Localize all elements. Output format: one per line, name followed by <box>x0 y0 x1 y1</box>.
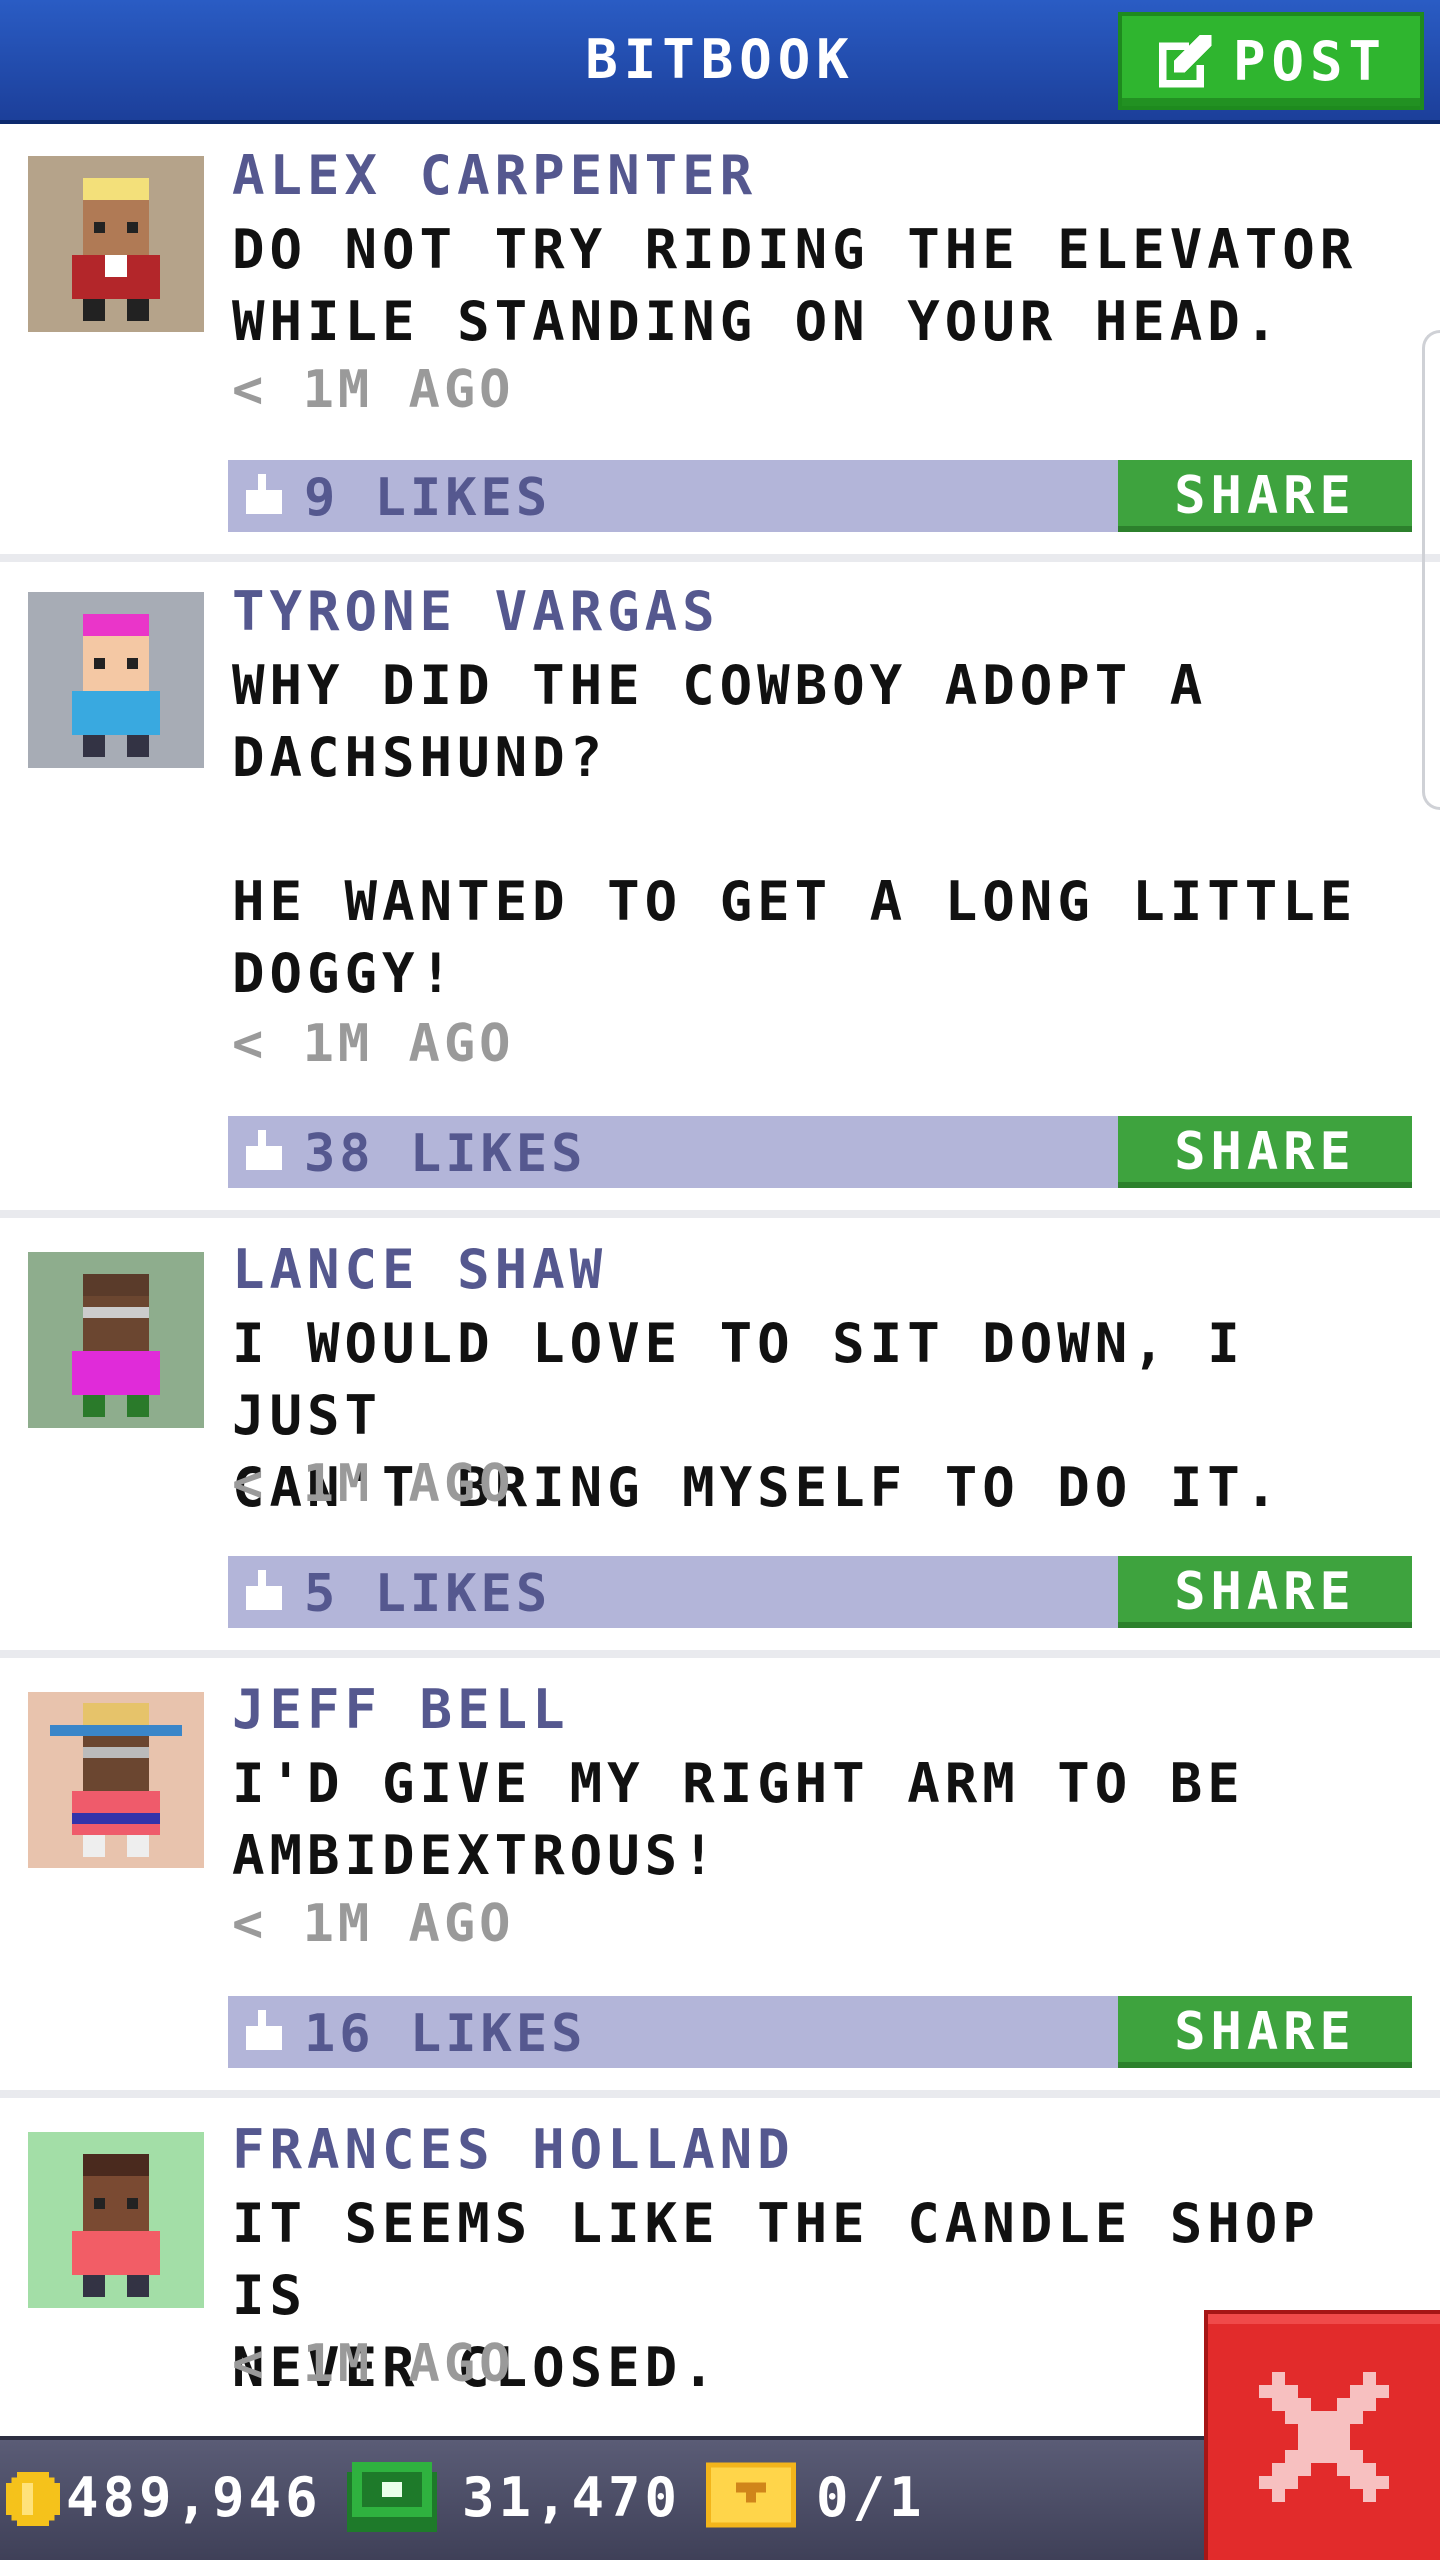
feed-post: TYRONE VARGAS WHY DID THE COWBOY ADOPT A… <box>0 562 1440 1212</box>
close-icon <box>1259 2372 1389 2502</box>
thumbs-up-icon <box>246 2010 282 2050</box>
likes-count: 38 LIKES <box>304 1124 587 1184</box>
post-message: I'D GIVE MY RIGHT ARM TO BE AMBIDEXTROUS… <box>232 1752 1245 1887</box>
post-message: DO NOT TRY RIDING THE ELEVATOR WHILE STA… <box>232 218 1358 353</box>
share-button[interactable]: SHARE <box>1118 1116 1412 1188</box>
thumbs-up-icon <box>246 474 282 514</box>
post-author[interactable]: ALEX CARPENTER <box>232 144 757 207</box>
post-time: < 1M AGO <box>232 1014 515 1074</box>
post-divider <box>0 2090 1440 2098</box>
golden-ticket-icon <box>706 2462 796 2528</box>
likes-bar: 5 LIKES SHARE <box>228 1556 1412 1628</box>
post-button-label: POST <box>1232 29 1388 93</box>
share-button[interactable]: SHARE <box>1118 1996 1412 2068</box>
scrollbar[interactable] <box>1422 330 1440 810</box>
coin-icon <box>6 2472 60 2526</box>
app-header: BITBOOK POST <box>0 0 1440 124</box>
avatar <box>28 592 204 768</box>
tickets-count: 0/1 <box>816 2466 926 2529</box>
likes-count: 5 LIKES <box>304 1564 552 1624</box>
avatar <box>28 1692 204 1868</box>
post-author[interactable]: JEFF BELL <box>232 1678 570 1741</box>
avatar <box>28 2132 204 2308</box>
bux-icon <box>347 2462 437 2532</box>
likes-count: 9 LIKES <box>304 468 552 528</box>
post-divider <box>0 554 1440 562</box>
post-time: < 1M AGO <box>232 1454 515 1514</box>
edit-icon <box>1158 34 1212 88</box>
feed-post: ALEX CARPENTER DO NOT TRY RIDING THE ELE… <box>0 128 1440 558</box>
avatar <box>28 156 204 332</box>
post-author[interactable]: LANCE SHAW <box>232 1238 607 1301</box>
share-button[interactable]: SHARE <box>1118 460 1412 532</box>
likes-bar: 16 LIKES SHARE <box>228 1996 1412 2068</box>
post-message: WHY DID THE COWBOY ADOPT A DACHSHUND? HE… <box>232 654 1358 1005</box>
likes-count: 16 LIKES <box>304 2004 587 2064</box>
feed[interactable]: ALEX CARPENTER DO NOT TRY RIDING THE ELE… <box>0 128 1440 2428</box>
close-button[interactable] <box>1204 2310 1440 2560</box>
post-time: < 1M AGO <box>232 1894 515 1954</box>
post-button[interactable]: POST <box>1118 12 1424 110</box>
thumbs-up-icon <box>246 1570 282 1610</box>
bux-count: 31,470 <box>462 2466 682 2529</box>
post-time: < 1M AGO <box>232 2334 515 2394</box>
post-divider <box>0 1210 1440 1218</box>
avatar <box>28 1252 204 1428</box>
post-time: < 1M AGO <box>232 360 515 420</box>
post-divider <box>0 1650 1440 1658</box>
post-author[interactable]: TYRONE VARGAS <box>232 580 720 643</box>
share-button[interactable]: SHARE <box>1118 1556 1412 1628</box>
feed-post: JEFF BELL I'D GIVE MY RIGHT ARM TO BE AM… <box>0 1658 1440 2098</box>
feed-post: LANCE SHAW I WOULD LOVE TO SIT DOWN, I J… <box>0 1218 1440 1658</box>
likes-bar: 9 LIKES SHARE <box>228 460 1412 532</box>
post-author[interactable]: FRANCES HOLLAND <box>232 2118 795 2181</box>
thumbs-up-icon <box>246 1130 282 1170</box>
coins-count: 489,946 <box>66 2466 322 2529</box>
likes-bar: 38 LIKES SHARE <box>228 1116 1412 1188</box>
